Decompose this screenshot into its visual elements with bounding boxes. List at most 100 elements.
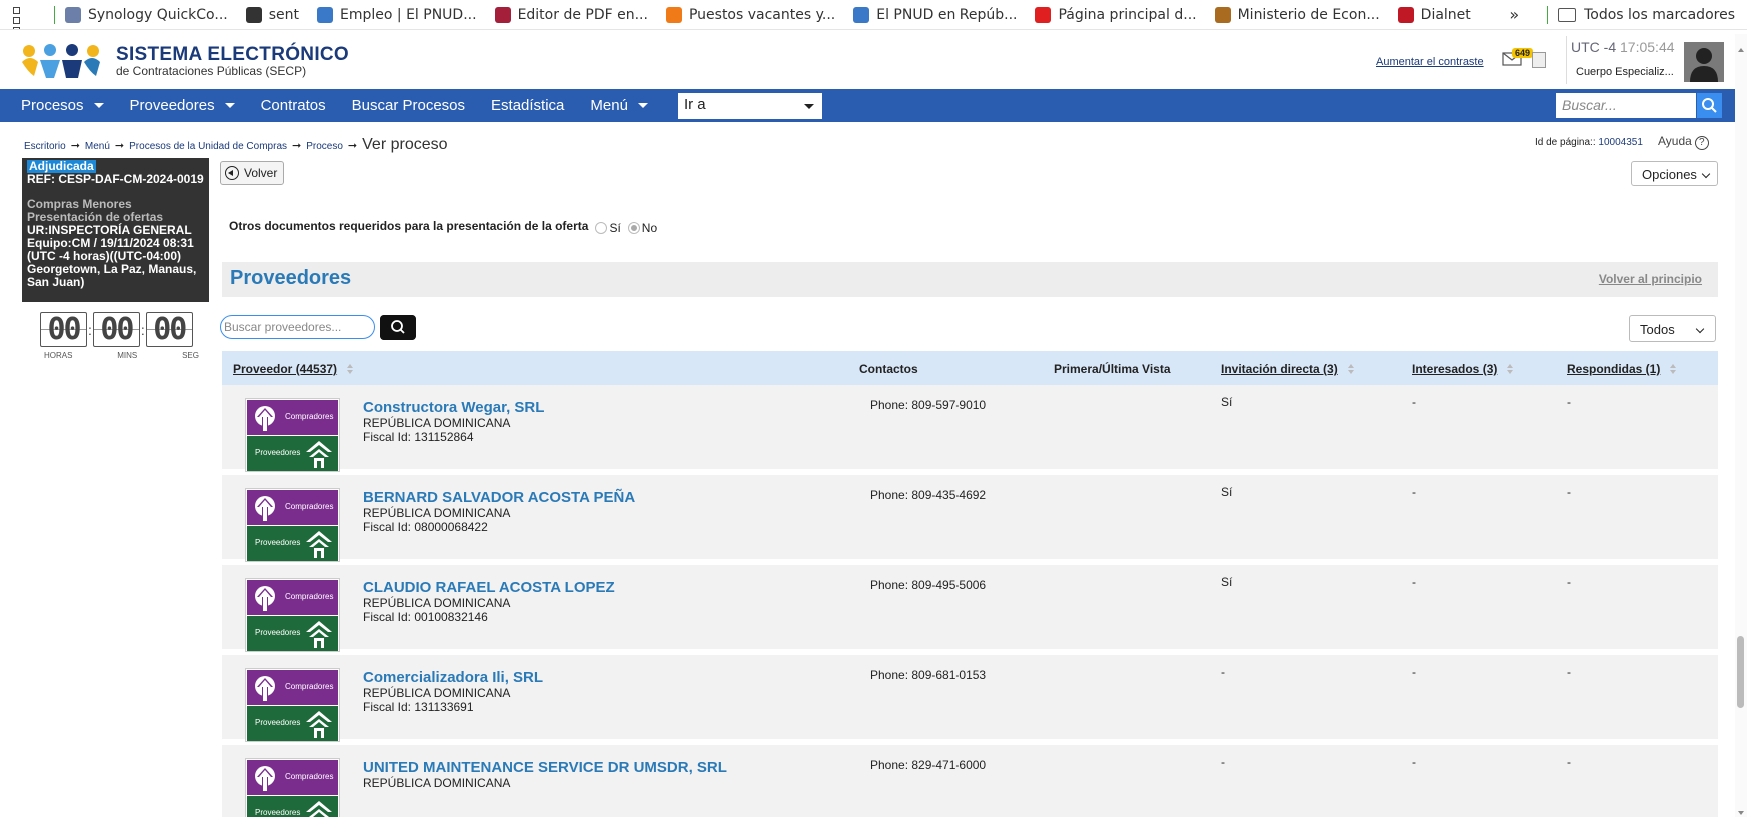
provider-direct-invite: - — [1221, 755, 1225, 769]
bookmark-item[interactable]: Ministerio de Econ... — [1214, 6, 1380, 23]
provider-name-link[interactable]: Constructora Wegar, SRL — [363, 399, 544, 416]
bookmark-favicon-icon — [665, 6, 682, 23]
col-provider[interactable]: Proveedor (44537) — [233, 362, 354, 376]
bookmark-item[interactable]: sent — [245, 6, 299, 23]
logo-subtitle: de Contrataciones Públicas (SECP) — [116, 64, 307, 78]
col-responded[interactable]: Respondidas (1) — [1567, 362, 1677, 376]
nav-menu[interactable]: Menú — [590, 97, 648, 114]
logo-compradores-text: Compradores — [285, 772, 334, 781]
help-link[interactable]: Ayuda? — [1658, 134, 1709, 150]
logo-proveedores-text: Proveedores — [255, 628, 301, 637]
avatar[interactable] — [1684, 42, 1724, 82]
provider-phone: Phone: 829-471-6000 — [870, 758, 987, 772]
page-id-label: Id de página:: — [1535, 137, 1596, 148]
bookmark-label: Ministerio de Econ... — [1237, 6, 1380, 23]
provider-interested: - — [1412, 665, 1416, 679]
search-icon[interactable] — [1697, 93, 1722, 118]
bookmark-item[interactable]: Empleo | El PNUD... — [317, 6, 477, 23]
nav-buscar-procesos[interactable]: Buscar Procesos — [352, 97, 465, 114]
provider-direct-invite: Sí — [1221, 395, 1233, 409]
radio-no-label: No — [641, 221, 658, 235]
logo-proveedores-band: Proveedores — [247, 796, 338, 817]
bookmark-label: Empleo | El PNUD... — [340, 6, 477, 23]
all-bookmarks-folder[interactable]: Todos los marcadores — [1558, 7, 1735, 23]
provider-filter-select[interactable]: Todos — [1629, 315, 1716, 342]
caret-down-icon — [803, 103, 814, 109]
provider-name-link[interactable]: CLAUDIO RAFAEL ACOSTA LOPEZ — [363, 579, 615, 596]
breadcrumb-proceso[interactable]: Proceso — [306, 141, 343, 152]
search-icon[interactable] — [380, 315, 416, 340]
bookmark-item[interactable]: Puestos vacantes y... — [665, 6, 835, 23]
provider-responded: - — [1567, 665, 1571, 679]
bookmark-item[interactable]: Página principal d... — [1035, 6, 1197, 23]
timer-secs-label: SEG — [182, 351, 199, 360]
page-id: Id de página:: 10004351 — [1535, 137, 1643, 148]
provider-name-link[interactable]: BERNARD SALVADOR ACOSTA PEÑA — [363, 489, 635, 506]
scroll-down-icon[interactable] — [1738, 811, 1744, 815]
page-title: Ver proceso — [362, 136, 448, 153]
provider-fiscal-id: Fiscal Id: 08000068422 — [363, 520, 488, 534]
nav-estadistica[interactable]: Estadística — [491, 97, 564, 114]
more-bookmarks-button[interactable]: » — [1509, 5, 1519, 24]
bookmark-item[interactable]: Editor de PDF en... — [494, 6, 648, 23]
global-search-input[interactable]: Buscar... — [1556, 93, 1696, 118]
document-icon[interactable] — [1532, 52, 1546, 68]
nav-procesos[interactable]: Procesos — [21, 97, 104, 114]
options-button[interactable]: Opciones — [1631, 161, 1718, 186]
apps-grid-icon[interactable] — [10, 4, 32, 29]
provider-phone: Phone: 809-435-4692 — [870, 488, 987, 502]
timer-colon: : — [140, 321, 145, 338]
radio-yes[interactable] — [595, 222, 608, 234]
page-scrollbar[interactable] — [1735, 34, 1747, 817]
scroll-up-icon[interactable] — [1738, 48, 1744, 52]
provider-country: REPÚBLICA DOMINICANA — [363, 596, 511, 610]
provider-name-link[interactable]: UNITED MAINTENANCE SERVICE DR UMSDR, SRL — [363, 759, 727, 776]
table-row: Compradores Proveedores UNITED MAINTENAN… — [222, 745, 1718, 817]
bookmark-item[interactable]: Dialnet — [1397, 6, 1471, 23]
contrast-link[interactable]: Aumentar el contraste — [1376, 56, 1484, 68]
col-interested-label: Interesados (3) — [1412, 362, 1498, 376]
site-header: SISTEMA ELECTRÓNICO de Contrataciones Pú… — [0, 30, 1747, 89]
provider-logo: Compradores Proveedores — [245, 578, 340, 652]
user-organization[interactable]: Cuerpo Especializ... — [1576, 66, 1674, 78]
provider-fiscal-id: Fiscal Id: 131152864 — [363, 430, 474, 444]
process-ref: REF: CESP-DAF-CM-2024-0019 — [27, 172, 204, 186]
breadcrumb-menu[interactable]: Menú — [85, 141, 110, 152]
scroll-thumb[interactable] — [1737, 636, 1744, 708]
logo-proveedores-text: Proveedores — [255, 538, 301, 547]
bookmark-item[interactable]: El PNUD en Repúb... — [853, 6, 1017, 23]
bookmark-item[interactable]: Synology QuickCo... — [65, 6, 228, 23]
col-first-last-view: Primera/Última Vista — [1054, 362, 1171, 376]
provider-direct-invite: Sí — [1221, 485, 1233, 499]
col-direct-invite[interactable]: Invitación directa (3) — [1221, 362, 1355, 376]
sort-icon — [1670, 364, 1677, 374]
breadcrumb-procesos[interactable]: Procesos de la Unidad de Compras — [129, 141, 287, 152]
back-to-top-link[interactable]: Volver al principio — [1599, 272, 1702, 286]
arrow-up-icon — [255, 586, 275, 611]
radio-no[interactable] — [627, 222, 640, 234]
bookmark-favicon-icon — [853, 6, 870, 23]
page-id-value[interactable]: 10004351 — [1598, 137, 1643, 148]
breadcrumb-escritorio[interactable]: Escritorio — [24, 141, 66, 152]
caret-down-icon — [93, 103, 104, 108]
provider-name-link[interactable]: Comercializadora Ili, SRL — [363, 669, 543, 686]
provider-search-input[interactable]: Buscar proveedores... — [220, 315, 375, 339]
bookmark-favicon-icon — [317, 6, 334, 23]
logo-compradores-band: Compradores — [247, 670, 338, 705]
provider-logo: Compradores Proveedores — [245, 758, 340, 817]
col-interested[interactable]: Interesados (3) — [1412, 362, 1514, 376]
table-row: Compradores Proveedores Constructora Weg… — [222, 385, 1718, 473]
goto-select[interactable]: Ir a — [677, 92, 822, 119]
nav-proveedores[interactable]: Proveedores — [130, 97, 235, 114]
arrow-right-icon: ➞ — [347, 140, 358, 152]
provider-fiscal-id: Fiscal Id: 00100832146 — [363, 610, 488, 624]
provider-logo: Compradores Proveedores — [245, 398, 340, 472]
nav-contratos[interactable]: Contratos — [261, 97, 326, 114]
back-button[interactable]: Volver — [220, 161, 285, 185]
secp-logo-icon[interactable] — [20, 42, 102, 80]
logo-proveedores-text: Proveedores — [255, 808, 301, 817]
process-status-box: Adjudicada REF: CESP-DAF-CM-2024-0019 Co… — [22, 158, 209, 302]
provider-fiscal-id: Fiscal Id: 131133691 — [363, 700, 474, 714]
timer-labels: HORAS MINS SEG — [44, 351, 199, 360]
all-bookmarks-label: Todos los marcadores — [1584, 6, 1735, 23]
